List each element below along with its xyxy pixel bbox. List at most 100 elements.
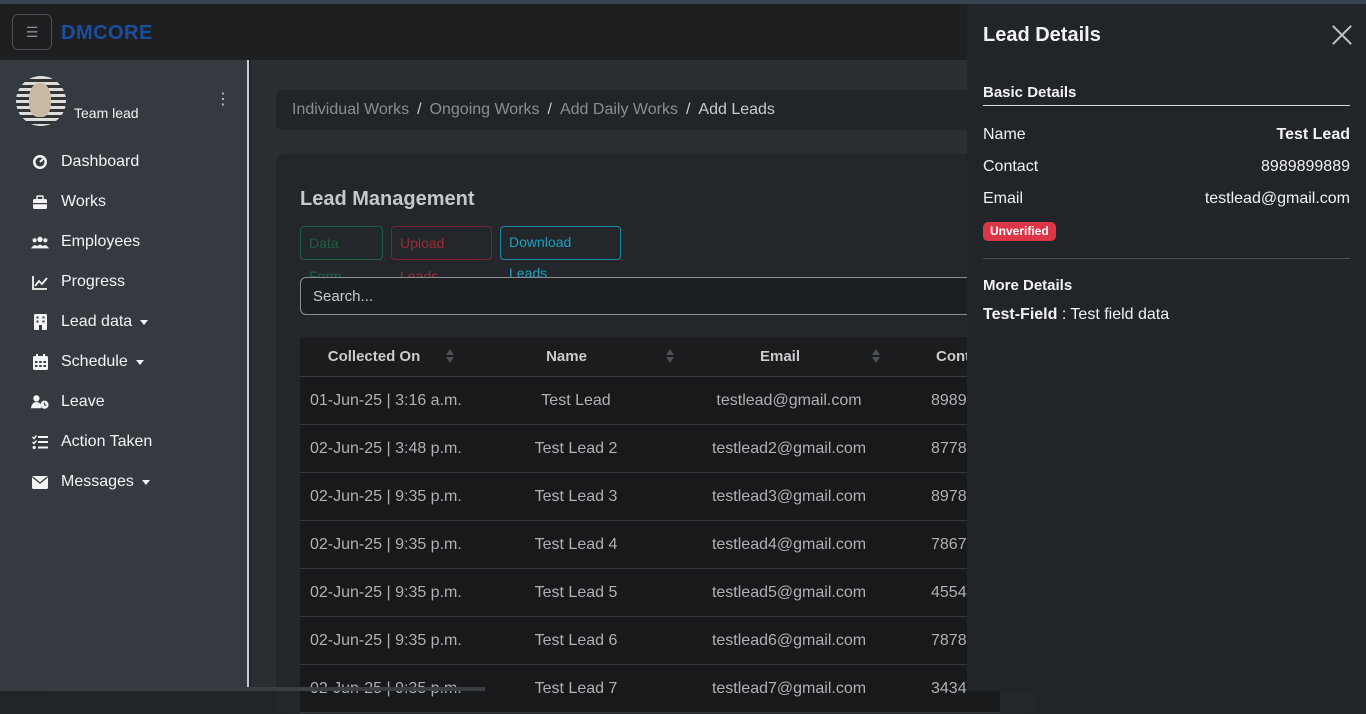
sidebar-item-label: Schedule: [61, 353, 128, 370]
table-row[interactable]: 02-Jun-25 | 9:35 p.m. Test Lead 3 testlead…: [300, 473, 1000, 521]
sidebar-item-label: Progress: [61, 273, 126, 290]
breadcrumb-separator: /: [547, 101, 552, 118]
user-profile: Team lead ⋮: [16, 76, 236, 128]
lead-management-card: Lead Management Data Form Upload Leads D…: [276, 154, 1036, 714]
cell-contact: 8989899889: [931, 392, 967, 409]
sort-icon[interactable]: [446, 349, 454, 363]
cell-name: Test Lead 6: [534, 632, 618, 649]
custom-field-key: Test-Field: [983, 306, 1058, 323]
cell-contact: 8978978978: [931, 488, 967, 505]
more-details-heading: More Details: [983, 277, 1073, 294]
status-badge: Unverified: [983, 222, 1056, 241]
users-icon: [31, 233, 49, 251]
data-form-button[interactable]: Data Form: [300, 226, 383, 284]
breadcrumb-item-add-daily-works[interactable]: Add Daily Works: [560, 101, 678, 118]
leads-table: Collected On Name Email Contact 01-Jun-2…: [300, 337, 1000, 713]
cell-contact: 7867867867: [931, 536, 967, 553]
panel-title: Lead Details: [983, 24, 1101, 46]
table-row[interactable]: 02-Jun-25 | 9:35 p.m. Test Lead 5 testlead…: [300, 569, 1000, 617]
cell-collected-on: 02-Jun-25 | 9:35 p.m.: [310, 584, 462, 601]
breadcrumb-item-individual-works[interactable]: Individual Works: [292, 101, 409, 118]
breadcrumb-active: Add Leads: [698, 101, 775, 118]
search-input[interactable]: [300, 277, 1000, 315]
envelope-icon: [31, 473, 49, 491]
detail-name-label: Name: [983, 126, 1026, 143]
sidebar-item-label: Dashboard: [61, 153, 140, 170]
sidebar-item-label: Lead data: [61, 313, 133, 330]
column-header-email[interactable]: Email: [730, 337, 830, 377]
sidebar-item-label: Employees: [61, 233, 141, 250]
cell-email: testlead4@gmail.com: [711, 536, 867, 553]
sidebar-item-lead-data[interactable]: Lead data: [0, 302, 247, 342]
sidebar-menu: Dashboard Works Employees Progress Lead data…: [0, 142, 247, 502]
upload-leads-button[interactable]: Upload Leads: [391, 226, 492, 284]
cell-email: testlead6@gmail.com: [711, 632, 867, 649]
sidebar-item-schedule[interactable]: Schedule: [0, 342, 247, 382]
download-leads-button[interactable]: Download Leads: [500, 226, 621, 281]
cell-name: Test Lead: [541, 392, 611, 409]
detail-email-value: testlead@gmail.com: [1204, 190, 1350, 207]
table-row[interactable]: 02-Jun-25 | 3:48 p.m. Test Lead 2 testlead…: [300, 425, 1000, 473]
sidebar-item-works[interactable]: Works: [0, 182, 247, 222]
detail-contact-label: Contact: [983, 158, 1039, 175]
cell-collected-on: 02-Jun-25 | 9:35 p.m.: [310, 632, 462, 649]
sidebar-item-employees[interactable]: Employees: [0, 222, 247, 262]
detail-contact-value: 8989899889: [1261, 158, 1350, 175]
cell-name: Test Lead 7: [534, 680, 618, 697]
cell-collected-on: 02-Jun-25 | 9:35 p.m.: [310, 536, 462, 553]
chart-line-icon: [31, 273, 49, 291]
table-row[interactable]: 02-Jun-25 | 9:35 p.m. Test Lead 6 testlead…: [300, 617, 1000, 665]
cell-name: Test Lead 4: [534, 536, 618, 553]
cell-name: Test Lead 5: [534, 584, 618, 601]
cell-contact: 7878787878: [931, 632, 967, 649]
table-row[interactable]: 01-Jun-25 | 3:16 a.m. Test Lead testlead@g…: [300, 377, 1000, 425]
sidebar-item-leave[interactable]: Leave: [0, 382, 247, 422]
cell-email: testlead5@gmail.com: [711, 584, 867, 601]
column-header-name[interactable]: Name: [520, 337, 613, 377]
sidebar-item-progress[interactable]: Progress: [0, 262, 247, 302]
sidebar-item-messages[interactable]: Messages: [0, 462, 247, 502]
sidebar-item-label: Action Taken: [61, 433, 153, 450]
breadcrumb: Individual Works / Ongoing Works / Add Daily…: [276, 90, 1076, 130]
detail-email-label: Email: [983, 190, 1024, 207]
caret-down-icon: [140, 319, 149, 325]
custom-field: Test-Field : Test field data: [983, 306, 1170, 323]
sidebar-item-label: Messages: [61, 473, 134, 490]
sidebar-item-dashboard[interactable]: Dashboard: [0, 142, 247, 182]
lead-details-panel: Lead Details Basic Details Name Test Lea…: [967, 4, 1366, 691]
sidebar-item-label: Works: [61, 193, 107, 210]
column-header-collected-on[interactable]: Collected On: [310, 337, 438, 377]
card-title: Lead Management: [300, 188, 475, 210]
breadcrumb-separator: /: [417, 101, 422, 118]
brand-logo[interactable]: DMCORE: [61, 22, 153, 45]
horizontal-scrollbar[interactable]: [48, 687, 485, 691]
cell-email: testlead3@gmail.com: [711, 488, 867, 505]
user-clock-icon: [31, 393, 49, 411]
breadcrumb-item-ongoing-works[interactable]: Ongoing Works: [430, 101, 540, 118]
cell-name: Test Lead 3: [534, 488, 618, 505]
divider: [983, 258, 1350, 259]
sidebar-item-action-taken[interactable]: Action Taken: [0, 422, 247, 462]
custom-field-value: Test field data: [1070, 306, 1170, 323]
table-row[interactable]: 02-Jun-25 | 9:35 p.m. Test Lead 4 testlead…: [300, 521, 1000, 569]
close-icon[interactable]: [1331, 24, 1353, 46]
hamburger-icon[interactable]: ☰: [12, 14, 52, 50]
list-check-icon: [31, 433, 49, 451]
avatar[interactable]: [16, 76, 66, 126]
sidebar: Team lead ⋮ Dashboard Works Employees Progr…: [0, 60, 249, 691]
detail-name-value: Test Lead: [1276, 126, 1351, 143]
cell-email: testlead2@gmail.com: [711, 440, 867, 457]
profile-role: Team lead: [74, 105, 139, 121]
briefcase-icon: [31, 193, 49, 211]
basic-details-heading: Basic Details: [983, 84, 1077, 101]
divider: [983, 105, 1350, 106]
gauge-icon: [31, 153, 49, 171]
sort-icon[interactable]: [666, 349, 674, 363]
sort-icon[interactable]: [872, 349, 880, 363]
kebab-menu-icon[interactable]: ⋮: [215, 92, 231, 108]
cell-contact: 8778778877: [931, 440, 967, 457]
calendar-icon: [31, 353, 49, 371]
cell-name: Test Lead 2: [534, 440, 618, 457]
cell-contact: 4554455445: [931, 584, 967, 601]
building-icon: [31, 313, 49, 331]
